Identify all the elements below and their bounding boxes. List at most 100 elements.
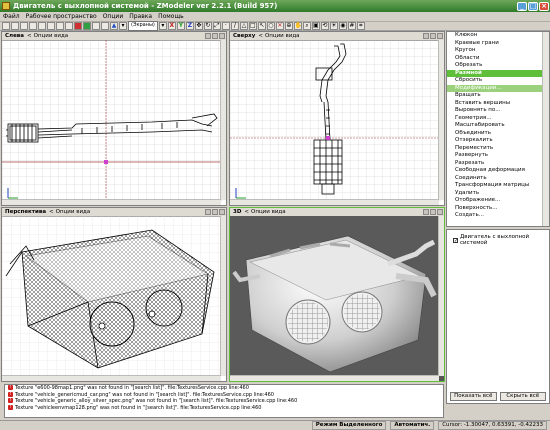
- zoom-extents-icon[interactable]: ▣: [311, 21, 320, 30]
- menu-workspace[interactable]: Рабочее пространство: [23, 13, 100, 20]
- close-button[interactable]: ×: [539, 1, 549, 11]
- orbit-icon[interactable]: ⟲: [320, 21, 329, 30]
- command-item[interactable]: Кругон: [447, 47, 549, 55]
- sphere-icon[interactable]: [83, 21, 91, 30]
- menu-help[interactable]: Помощь: [155, 13, 187, 20]
- display-select[interactable]: (Экраны): [128, 20, 158, 31]
- redo-icon[interactable]: [38, 21, 46, 30]
- rotate-icon[interactable]: ↻: [203, 21, 212, 30]
- close-viewport-icon[interactable]: [437, 209, 443, 215]
- pick-icon[interactable]: ↖: [257, 21, 266, 30]
- command-item[interactable]: Объединить: [447, 130, 549, 138]
- viewport-3d[interactable]: 3D < Опции вида: [229, 207, 445, 382]
- command-item[interactable]: Клюкон: [447, 32, 549, 40]
- paste-icon[interactable]: [56, 21, 64, 30]
- command-item[interactable]: Масштабировать: [447, 122, 549, 130]
- open-folder-icon[interactable]: [11, 21, 19, 30]
- command-group-header[interactable]: Модификации...: [447, 84, 549, 92]
- viewport-perspective[interactable]: Перспектива < Опции вида: [1, 207, 227, 382]
- menu-options[interactable]: Опции: [100, 13, 127, 20]
- horizontal-scrollbar[interactable]: [2, 375, 221, 381]
- menu-file[interactable]: Файл: [0, 13, 23, 20]
- viewport-name[interactable]: Сверху: [230, 33, 258, 39]
- viewport-top[interactable]: Сверху < Опции вида: [229, 31, 445, 206]
- menu-edit[interactable]: Правка: [126, 13, 155, 20]
- axis-x-icon[interactable]: X: [167, 21, 176, 30]
- command-item[interactable]: Краевые грани: [447, 40, 549, 48]
- face-icon[interactable]: △: [239, 21, 248, 30]
- copy-icon[interactable]: [47, 21, 55, 30]
- scale-icon[interactable]: ⤢: [212, 21, 221, 30]
- object-icon[interactable]: □: [248, 21, 257, 30]
- maximize-viewport-icon[interactable]: [212, 209, 218, 215]
- command-item[interactable]: Отображение...: [447, 197, 549, 205]
- pan-icon[interactable]: ✋: [293, 21, 302, 30]
- maximize-viewport-icon[interactable]: [430, 209, 436, 215]
- material-icon[interactable]: [92, 21, 100, 30]
- command-item[interactable]: Удалить: [447, 190, 549, 198]
- close-viewport-icon[interactable]: [219, 33, 225, 39]
- snap-icon[interactable]: ⊕: [284, 21, 293, 30]
- view-options-button[interactable]: Опции вида: [32, 33, 71, 39]
- viewport-name[interactable]: 3D: [230, 209, 244, 215]
- checkbox[interactable]: ✓: [453, 237, 458, 243]
- dropdown-arrow-icon[interactable]: ▾: [158, 21, 167, 30]
- command-item[interactable]: Геометрия...: [447, 115, 549, 123]
- camera-icon[interactable]: ◉: [338, 21, 347, 30]
- fit-icon[interactable]: [205, 209, 211, 215]
- vertical-scrollbar[interactable]: [438, 216, 444, 376]
- command-item[interactable]: Выровнять по...: [447, 107, 549, 115]
- vertical-scrollbar[interactable]: [220, 40, 226, 200]
- close-viewport-icon[interactable]: [437, 33, 443, 39]
- axis-z-icon[interactable]: Z: [185, 21, 194, 30]
- viewport-name[interactable]: Перспектива: [2, 209, 49, 215]
- minimize-button[interactable]: _: [517, 1, 527, 11]
- viewport-canvas[interactable]: [2, 40, 223, 202]
- command-item[interactable]: Обрезать: [447, 62, 549, 70]
- command-item[interactable]: Создать...: [447, 212, 549, 220]
- command-item[interactable]: Поверхность...: [447, 205, 549, 213]
- viewport-canvas[interactable]: [2, 216, 223, 378]
- light-icon[interactable]: ☀: [329, 21, 338, 30]
- scene-node[interactable]: ✓ Двигатель с выхлопной системой: [447, 230, 549, 246]
- select-icon[interactable]: [65, 21, 73, 30]
- zoom-icon[interactable]: ⌕: [302, 21, 311, 30]
- texture-icon[interactable]: [101, 21, 109, 30]
- show-all-button[interactable]: Показать всё: [450, 392, 497, 401]
- hide-all-button[interactable]: Скрыть всё: [499, 392, 546, 401]
- grid-icon[interactable]: #: [347, 21, 356, 30]
- command-item[interactable]: Вставить вершины: [447, 100, 549, 108]
- command-item[interactable]: Развернуть: [447, 152, 549, 160]
- command-item-selected[interactable]: Размной: [447, 69, 549, 77]
- horizontal-scrollbar[interactable]: [230, 375, 439, 381]
- fit-icon[interactable]: [423, 33, 429, 39]
- command-item[interactable]: Вращать: [447, 92, 549, 100]
- horizontal-scrollbar[interactable]: [230, 199, 439, 205]
- view-options-button[interactable]: Опции вида: [263, 33, 302, 39]
- record-icon[interactable]: [74, 21, 82, 30]
- wireframe-icon[interactable]: ⌗: [356, 21, 365, 30]
- viewport-canvas[interactable]: [230, 40, 441, 202]
- maximize-viewport-icon[interactable]: [430, 33, 436, 39]
- vertical-scrollbar[interactable]: [220, 216, 226, 376]
- command-item[interactable]: Переместить: [447, 145, 549, 153]
- command-item[interactable]: Области: [447, 55, 549, 63]
- command-item[interactable]: Отзеркалить: [447, 137, 549, 145]
- viewport-name[interactable]: Слева: [2, 33, 27, 39]
- view-options-button[interactable]: Опции вида: [249, 209, 288, 215]
- close-viewport-icon[interactable]: [219, 209, 225, 215]
- command-item[interactable]: Соединить: [447, 175, 549, 183]
- viewport-canvas[interactable]: [230, 216, 441, 378]
- new-file-icon[interactable]: [2, 21, 10, 30]
- view-options-button[interactable]: Опции вида: [54, 209, 93, 215]
- vertex-icon[interactable]: ·: [221, 21, 230, 30]
- command-item[interactable]: Сбросить: [447, 77, 549, 85]
- undo-icon[interactable]: [29, 21, 37, 30]
- command-item[interactable]: Трансформация матрицы: [447, 182, 549, 190]
- fit-icon[interactable]: [423, 209, 429, 215]
- maximize-viewport-icon[interactable]: [212, 33, 218, 39]
- dropdown-arrow-icon[interactable]: ▾: [119, 21, 127, 30]
- command-item[interactable]: Разрезать: [447, 160, 549, 168]
- edge-icon[interactable]: /: [230, 21, 239, 30]
- axis-y-icon[interactable]: Y: [176, 21, 185, 30]
